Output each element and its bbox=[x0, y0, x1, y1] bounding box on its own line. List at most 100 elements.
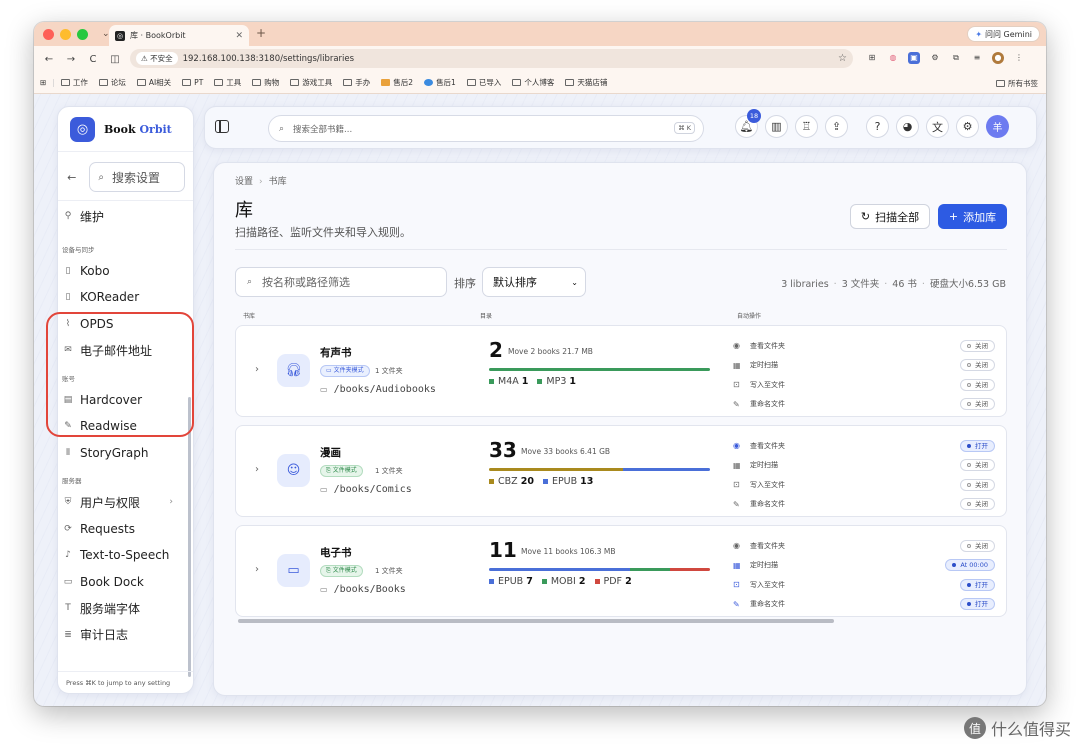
forward-icon[interactable]: → bbox=[66, 54, 76, 65]
new-tab-icon[interactable]: + bbox=[256, 26, 266, 40]
bookmark-item[interactable]: 购物 bbox=[252, 77, 279, 88]
chevron-right-icon[interactable]: › bbox=[255, 364, 259, 375]
address-bar[interactable]: ⚠ 不安全 192.168.100.138:3180/settings/libr… bbox=[130, 49, 853, 68]
extension-gear-icon[interactable]: ⚙ bbox=[929, 52, 941, 64]
settings-button[interactable]: ⚙ bbox=[956, 115, 979, 138]
close-window-button[interactable] bbox=[43, 28, 54, 40]
add-library-button[interactable]: + 添加库 bbox=[938, 204, 1007, 229]
sort-select[interactable]: 默认排序 ⌄ bbox=[482, 267, 586, 297]
bookmark-item[interactable]: 论坛 bbox=[98, 77, 126, 88]
ask-gemini-button[interactable]: ✦ 问问 Gemini bbox=[967, 26, 1040, 42]
format-bar-segment bbox=[489, 568, 630, 571]
back-arrow-icon[interactable]: ← bbox=[64, 171, 79, 184]
all-bookmarks-button[interactable]: 所有书签 bbox=[996, 78, 1038, 89]
apps-grid-icon[interactable]: ⊞ bbox=[40, 78, 46, 87]
minimize-window-button[interactable] bbox=[60, 28, 71, 40]
bookmark-item[interactable]: 工作 bbox=[60, 77, 88, 88]
tab-close-icon[interactable]: ✕ bbox=[235, 31, 243, 41]
extension-pink-icon[interactable]: ◍ bbox=[887, 52, 899, 64]
bookmark-item[interactable]: PT bbox=[182, 77, 203, 88]
insecure-badge[interactable]: ⚠ 不安全 bbox=[136, 52, 178, 65]
sidebar-item-book-dock[interactable]: ▭ Book Dock bbox=[58, 569, 193, 596]
bookmark-item[interactable]: 售后2 bbox=[381, 77, 413, 88]
theme-button[interactable]: ◕ bbox=[896, 115, 919, 138]
extensions-puzzle-icon[interactable]: ⧉ bbox=[950, 52, 962, 64]
library-name: 漫画 bbox=[320, 447, 341, 459]
bookmark-item[interactable]: 工具 bbox=[214, 77, 241, 88]
achievements-button[interactable]: ♖ bbox=[795, 115, 818, 138]
upload-button[interactable]: ⇪ bbox=[825, 115, 848, 138]
automation-toggle[interactable]: 关闭 bbox=[960, 459, 995, 472]
help-button[interactable]: ? bbox=[866, 115, 889, 138]
bookmark-star-icon[interactable]: ☆ bbox=[838, 53, 847, 64]
bookmark-item[interactable]: 手办 bbox=[343, 77, 370, 88]
user-avatar[interactable]: 羊 bbox=[986, 115, 1009, 138]
automation-toggle[interactable]: 打开 bbox=[960, 439, 995, 452]
automation-toggle[interactable]: At 00:00 bbox=[945, 559, 995, 572]
automation-toggle[interactable]: 关闭 bbox=[960, 378, 995, 391]
library-card[interactable]: › ☺ 漫画 ⎘ 文件模式 1 文件夹 ▭ /books/Comics 33 Move 33 b… bbox=[235, 425, 1007, 517]
brand[interactable]: ◎ Book Orbit bbox=[58, 107, 193, 152]
notifications-button[interactable]: 🔔︎ 18 bbox=[735, 109, 761, 138]
bookmark-item[interactable]: 天猫店铺 bbox=[565, 77, 607, 88]
breadcrumb-settings[interactable]: 设置 bbox=[235, 177, 253, 187]
library-card[interactable]: › 🎧︎ 有声书 ▭ 文件夹模式 1 文件夹 ▭ /books/Audiobooks 2 Mov… bbox=[235, 325, 1007, 417]
automation-label: 写入至文件 bbox=[750, 580, 785, 589]
bookmark-item[interactable]: 个人博客 bbox=[512, 77, 554, 88]
sidebar-item[interactable]: ≣ 审计日志 bbox=[58, 622, 193, 649]
settings-search-input[interactable]: ⌕ 搜索设置 bbox=[89, 162, 185, 192]
status-dot-icon bbox=[967, 363, 971, 368]
chevron-right-icon[interactable]: › bbox=[255, 564, 259, 575]
chevron-down-icon: ⌄ bbox=[571, 277, 578, 287]
sidebar-item[interactable]: ⛨ 用户与权限 › bbox=[58, 489, 193, 516]
sidebar-scrollbar[interactable] bbox=[188, 397, 191, 677]
filter-placeholder: 按名称或路径筛选 bbox=[262, 276, 351, 289]
sidebar-panel-icon[interactable] bbox=[215, 120, 229, 133]
profile-avatar-icon[interactable]: ● bbox=[992, 52, 1004, 64]
library-folder-count: 1 文件夹 bbox=[375, 367, 403, 375]
stats-button[interactable]: ▥ bbox=[765, 115, 788, 138]
bookmark-item[interactable]: AI相关 bbox=[136, 77, 171, 88]
bookmark-item[interactable]: 游戏工具 bbox=[290, 77, 332, 88]
libraries-panel: 设置 › 书库 库 扫描路径、监听文件夹和导入规则。 ↻ 扫描全部 + 添加库 ⌕ 按名… bbox=[213, 162, 1027, 696]
automation-toggle[interactable]: 打开 bbox=[960, 598, 995, 611]
sidebar-item-requests[interactable]: ⟳ Requests bbox=[58, 516, 193, 543]
calendar-icon: ▦ bbox=[733, 360, 741, 370]
browser-menu-icon[interactable]: ⋮ bbox=[1013, 52, 1025, 64]
library-card[interactable]: › ▭ 电子书 ⎘ 文件模式 1 文件夹 ▭ /books/Books 11 Move 11 b… bbox=[235, 525, 1007, 617]
library-filter-input[interactable]: ⌕ 按名称或路径筛选 bbox=[235, 267, 447, 297]
automation-toggle[interactable]: 打开 bbox=[960, 578, 995, 591]
sidebar-item-kobo[interactable]: ▯ Kobo bbox=[58, 258, 193, 285]
zoom-window-button[interactable] bbox=[77, 28, 88, 40]
automation-toggle[interactable]: 关闭 bbox=[960, 359, 995, 372]
sidebar-item[interactable]: T 服务端字体 bbox=[58, 595, 193, 622]
language-button[interactable]: 文 bbox=[926, 115, 949, 138]
automation-toggle[interactable]: 关闭 bbox=[960, 339, 995, 352]
extension-qr-icon[interactable]: ⊞ bbox=[866, 52, 878, 64]
automation-toggle[interactable]: 关闭 bbox=[960, 398, 995, 411]
tab-bookorbit[interactable]: ◎ 库 · BookOrbit ✕ bbox=[109, 25, 249, 46]
horizontal-scrollbar[interactable] bbox=[238, 619, 834, 623]
sidebar-toggle-icon[interactable]: ◫ bbox=[110, 54, 120, 65]
column-header-directory: 目录 bbox=[480, 313, 493, 320]
global-search-input[interactable]: ⌕ 搜索全部书籍... ⌘ K bbox=[268, 115, 704, 142]
sidebar-item-text-to-speech[interactable]: ♪ Text-to-Speech bbox=[58, 542, 193, 569]
automation-label: 写入至文件 bbox=[750, 480, 785, 489]
extension-blue-icon[interactable]: ▣ bbox=[908, 52, 920, 64]
back-icon[interactable]: ← bbox=[44, 54, 54, 65]
library-icon: ⫴ bbox=[66, 447, 70, 458]
chevron-right-icon[interactable]: › bbox=[255, 464, 259, 475]
sidebar-item-storygraph[interactable]: ⫴ StoryGraph bbox=[58, 440, 193, 467]
automation-toggle[interactable]: 关闭 bbox=[960, 498, 995, 511]
reload-icon[interactable]: C bbox=[88, 54, 98, 65]
sidebar-item-koreader[interactable]: ▯ KOReader bbox=[58, 284, 193, 311]
scan-all-button[interactable]: ↻ 扫描全部 bbox=[850, 204, 930, 229]
bookmark-item[interactable]: 售后1 bbox=[424, 77, 456, 88]
automation-toggle[interactable]: 关闭 bbox=[960, 539, 995, 552]
bookmark-item[interactable]: 已导入 bbox=[466, 77, 501, 88]
automation-state: 打开 bbox=[975, 600, 988, 609]
automation-toggle[interactable]: 关闭 bbox=[960, 478, 995, 491]
library-move-info: Move 33 books 6.41 GB bbox=[521, 447, 610, 456]
sidebar-item-maintenance[interactable]: ⚲ 维护 bbox=[58, 203, 193, 230]
reading-list-icon[interactable]: ≡ bbox=[971, 52, 983, 64]
